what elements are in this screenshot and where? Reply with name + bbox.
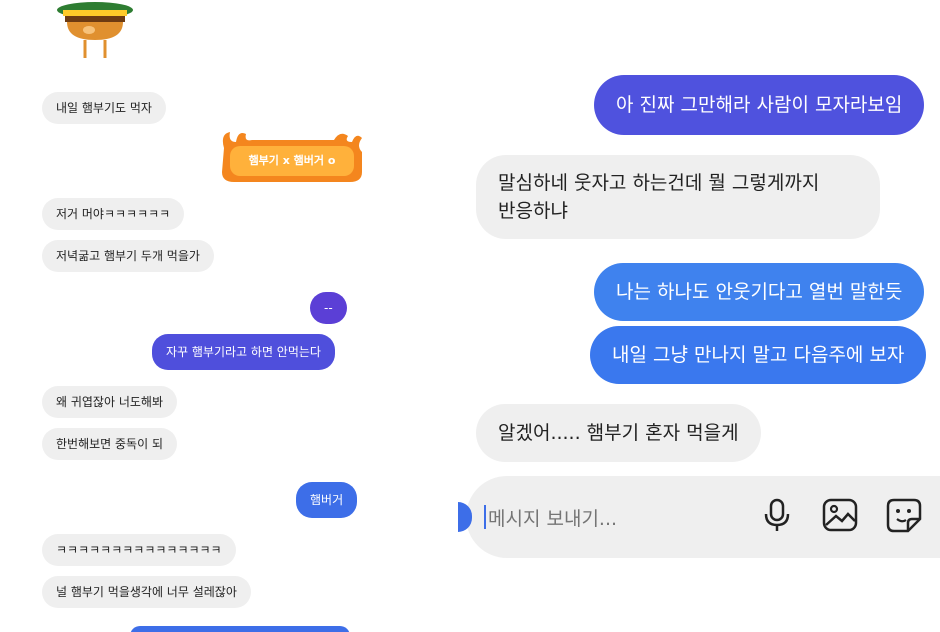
chat-message-outgoing: 자꾸 햄부기라고 하면 안먹는다 (152, 334, 335, 370)
chat-message-incoming: ㅋㅋㅋㅋㅋㅋㅋㅋㅋㅋㅋㅋㅋㅋㅋ (42, 534, 236, 566)
sticker-text: 햄부기 x 햄버거 o (248, 154, 336, 167)
message-input[interactable] (486, 502, 740, 536)
chat-message-incoming: 한번해보면 중독이 되 (42, 428, 177, 460)
chat-message-outgoing: 내일 그냥 만나지 말고 다음주에 보자 (590, 326, 927, 384)
chat-message-outgoing: 아 진짜 그만해라 사람이 모자라보임 (594, 75, 925, 135)
fire-sticker-message: 햄부기 x 햄버거 o (216, 128, 368, 186)
chat-message-incoming: 내일 햄부기도 먹자 (42, 92, 166, 124)
message-line: 말심하네 웃자고 하는건데 뭘 그렇게까지 (498, 172, 820, 194)
chat-message-outgoing: 햄버거 (296, 482, 358, 518)
chat-message-outgoing: -- (310, 292, 347, 324)
chat-message-incoming: 왜 귀엽잖아 너도해봐 (42, 386, 177, 418)
message-line: 반응하냐 (498, 200, 568, 222)
chat-message-incoming: 널 햄부기 먹을생각에 너무 설레잖아 (42, 576, 251, 608)
microphone-icon[interactable] (757, 495, 797, 535)
image-icon[interactable] (820, 495, 860, 535)
chat-message-outgoing-cropped (130, 626, 350, 632)
chat-message-incoming: 알겠어..... 햄부기 혼자 먹을게 (476, 404, 761, 462)
left-chat-panel: 내일 햄부기도 먹자 햄부기 x 햄버거 o 저거 머야ㅋㅋㅋㅋㅋㅋ 저녁굶고 … (0, 0, 380, 632)
chat-message-incoming: 저거 머야ㅋㅋㅋㅋㅋㅋ (42, 198, 185, 230)
sticker-icon[interactable] (884, 495, 924, 535)
chat-message-outgoing: 나는 하나도 안웃기다고 열번 말한듯 (594, 263, 925, 321)
hamburger-character-sticker (57, 2, 133, 58)
chat-message-incoming: 말심하네 웃자고 하는건데 뭘 그렇게까지 반응하냐 (476, 155, 880, 239)
chat-message-incoming: 저녁굶고 햄부기 두개 먹을가 (42, 240, 214, 272)
